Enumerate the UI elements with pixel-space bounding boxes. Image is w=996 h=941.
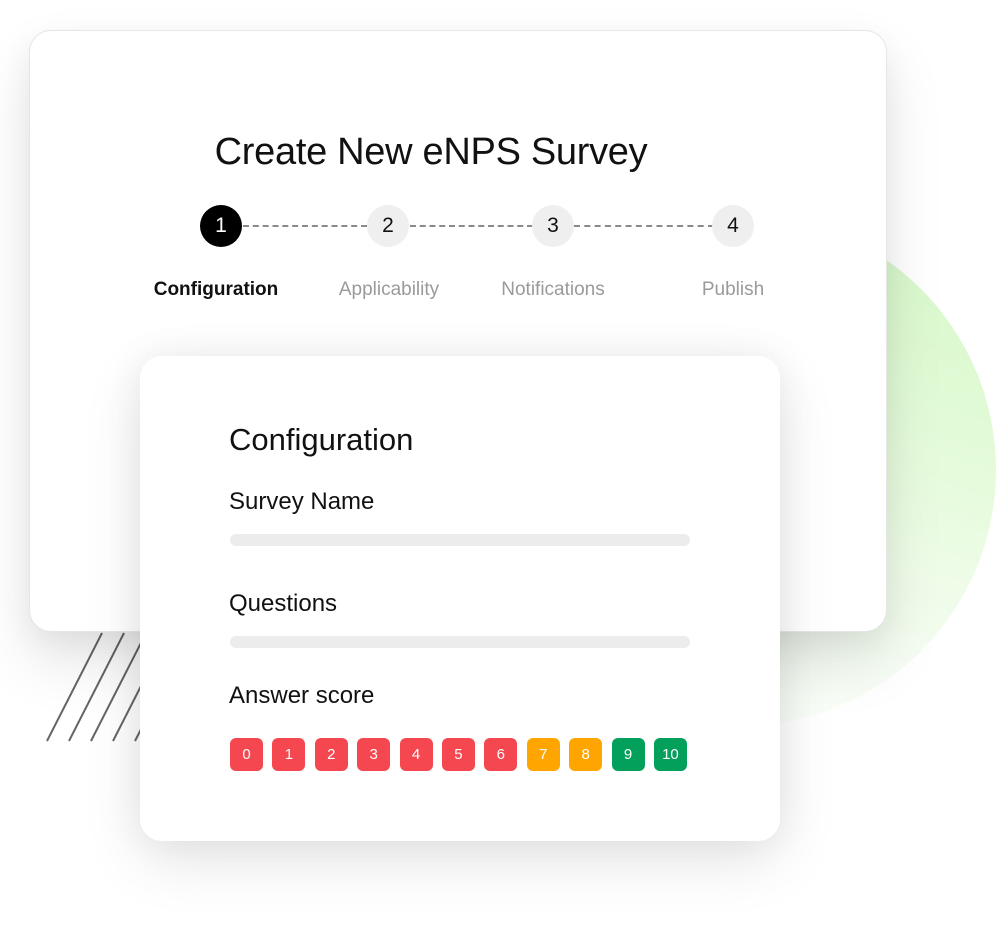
- answer-score-scale: 0 1 2 3 4 5 6 7 8 9 10: [230, 738, 687, 771]
- answer-score-label: Answer score: [229, 682, 375, 709]
- section-title: Configuration: [229, 422, 414, 457]
- survey-name-label: Survey Name: [229, 488, 375, 515]
- survey-name-input[interactable]: [230, 534, 690, 546]
- score-option[interactable]: 6: [484, 738, 518, 771]
- step-1-circle[interactable]: 1: [200, 205, 242, 247]
- score-option[interactable]: 0: [230, 738, 263, 771]
- step-connector: [410, 225, 533, 227]
- score-option[interactable]: 10: [653, 738, 687, 771]
- step-connector: [243, 225, 367, 227]
- score-option[interactable]: 4: [399, 738, 433, 771]
- score-option[interactable]: 8: [569, 738, 603, 771]
- score-option[interactable]: 3: [357, 738, 391, 771]
- step-3-circle[interactable]: 3: [532, 205, 574, 247]
- questions-input[interactable]: [230, 636, 690, 648]
- step-connector: [574, 225, 714, 227]
- score-option[interactable]: 5: [441, 738, 475, 771]
- dialog-title: Create New eNPS Survey: [214, 131, 648, 173]
- step-4-circle[interactable]: 4: [712, 205, 754, 247]
- score-option[interactable]: 9: [611, 738, 645, 771]
- step-4-label[interactable]: Publish: [653, 279, 813, 301]
- score-option[interactable]: 1: [272, 738, 306, 771]
- configuration-panel: Configuration Survey Name Questions Answ…: [140, 356, 780, 841]
- score-option[interactable]: 7: [526, 738, 560, 771]
- step-3-label[interactable]: Notifications: [473, 279, 633, 301]
- decorative-hatch-lines: [46, 632, 150, 742]
- step-2-circle[interactable]: 2: [367, 205, 409, 247]
- questions-label: Questions: [229, 590, 338, 617]
- score-option[interactable]: 2: [314, 738, 348, 771]
- step-1-label[interactable]: Configuration: [136, 279, 296, 301]
- step-2-label[interactable]: Applicability: [309, 279, 469, 301]
